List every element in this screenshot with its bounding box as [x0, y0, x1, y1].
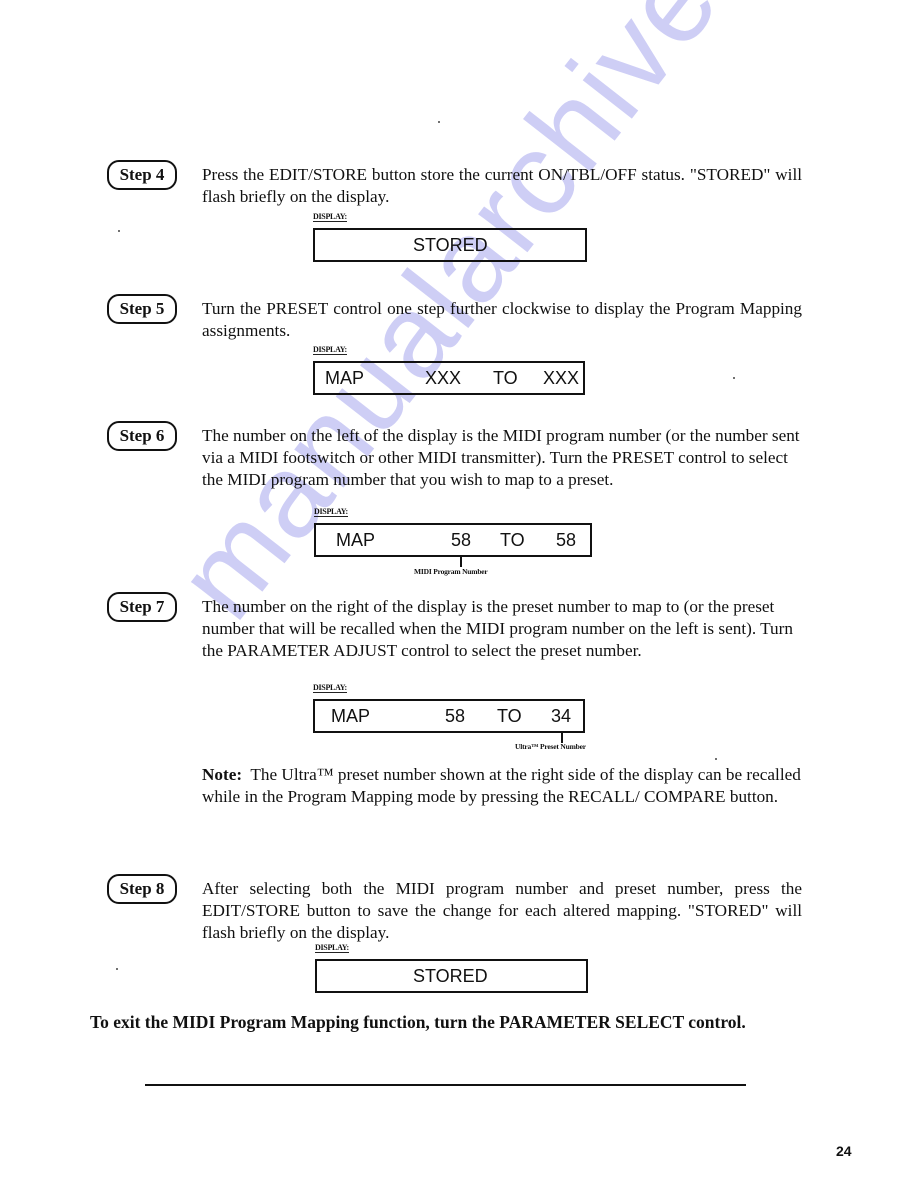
page-number: 24: [836, 1143, 852, 1159]
display-to: TO: [497, 706, 522, 726]
note: Note: The Ultra™ preset number shown at …: [202, 764, 802, 808]
display-box: STORED: [313, 228, 587, 262]
display-label: DISPLAY:: [314, 507, 348, 517]
scan-speck: [116, 968, 118, 970]
step-badge: Step 7: [107, 592, 177, 622]
step-badge: Step 4: [107, 160, 177, 190]
display-text: STORED: [413, 235, 488, 255]
note-label: Note:: [202, 765, 243, 784]
display-text: STORED: [413, 966, 488, 986]
display-mode: MAP: [325, 368, 365, 388]
display-mode: MAP: [336, 530, 376, 550]
step-text: The number on the right of the display i…: [202, 597, 793, 660]
exit-instruction: To exit the MIDI Program Mapping functio…: [90, 1012, 746, 1032]
display-midi-program: XXX: [425, 368, 462, 388]
step-text: After selecting both the MIDI program nu…: [202, 879, 802, 942]
scan-speck: [733, 377, 735, 379]
display-box: MAP 58 TO 58: [314, 523, 592, 557]
step-text: Turn the PRESET control one step further…: [202, 299, 802, 340]
display-midi-program: 58: [451, 530, 472, 550]
display-box: MAP 58 TO 34: [313, 699, 585, 733]
step-text: The number on the left of the display is…: [202, 426, 800, 489]
display-preset: 58: [556, 530, 577, 550]
step-badge: Step 5: [107, 294, 177, 324]
scan-speck: [715, 758, 717, 760]
display-caption: MIDI Program Number: [414, 567, 488, 576]
display-to: TO: [493, 368, 518, 388]
footer-rule: [145, 1084, 746, 1086]
scan-speck: [438, 121, 440, 123]
display-preset: XXX: [543, 368, 580, 388]
display-label: DISPLAY:: [313, 212, 347, 222]
step-badge: Step 8: [107, 874, 177, 904]
display-preset: 34: [551, 706, 572, 726]
display-label: DISPLAY:: [313, 683, 347, 693]
display-midi-program: 58: [445, 706, 466, 726]
caption-pointer: [460, 555, 462, 567]
display-to: TO: [500, 530, 525, 550]
display-caption: Ultra™ Preset Number: [515, 742, 586, 751]
display-mode: MAP: [331, 706, 371, 726]
display-label: DISPLAY:: [313, 345, 347, 355]
display-box: MAP XXX TO XXX: [313, 361, 585, 395]
display-label: DISPLAY:: [315, 943, 349, 953]
step-badge: Step 6: [107, 421, 177, 451]
step-text: Press the EDIT/STORE button store the cu…: [202, 165, 802, 206]
display-box: STORED: [315, 959, 588, 993]
note-text: The Ultra™ preset number shown at the ri…: [202, 765, 801, 806]
scan-speck: [118, 230, 120, 232]
